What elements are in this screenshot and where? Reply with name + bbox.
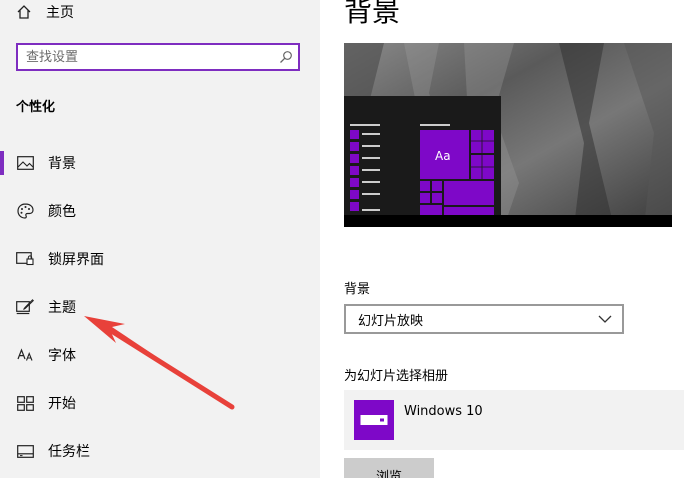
sidebar-item-label: 开始 — [48, 396, 76, 412]
preview-tile-text: Aa — [435, 149, 451, 163]
sidebar-item-colors[interactable]: 颜色 — [0, 193, 320, 229]
home-label: 主页 — [46, 5, 74, 21]
lock-screen-icon — [16, 250, 34, 268]
section-heading: 个性化 — [16, 100, 56, 115]
album-folder-icon — [360, 415, 388, 425]
search-icon[interactable] — [274, 50, 298, 64]
sidebar-item-themes[interactable]: 主题 — [0, 289, 320, 325]
sidebar-item-start[interactable]: 开始 — [0, 385, 320, 421]
sidebar-item-taskbar[interactable]: 任务栏 — [0, 433, 320, 469]
search-input[interactable] — [18, 46, 274, 68]
sidebar-item-lock-screen[interactable]: 锁屏界面 — [0, 241, 320, 277]
sidebar-item-fonts[interactable]: 字体 — [0, 337, 320, 373]
picture-icon — [16, 154, 34, 172]
sidebar-item-label: 主题 — [48, 300, 76, 316]
album-label: 为幻灯片选择相册 — [344, 369, 449, 384]
search-box[interactable] — [16, 43, 300, 71]
browse-button[interactable]: 浏览 — [344, 458, 434, 478]
font-icon — [16, 346, 34, 364]
sidebar: 主页 个性化 背景 — [0, 0, 320, 478]
sidebar-item-label: 字体 — [48, 348, 76, 364]
settings-window: 主页 个性化 背景 — [0, 0, 684, 478]
background-label: 背景 — [344, 282, 371, 297]
taskbar-icon — [16, 442, 34, 460]
sidebar-item-background[interactable]: 背景 — [0, 145, 320, 181]
album-thumbnail — [354, 400, 394, 440]
preview-image: Aa — [344, 43, 672, 227]
sidebar-item-label: 任务栏 — [48, 444, 90, 460]
dropdown-value: 幻灯片放映 — [358, 313, 424, 329]
desktop-preview: Aa — [344, 43, 672, 227]
sidebar-item-label: 颜色 — [48, 204, 76, 220]
chevron-down-icon — [598, 315, 612, 323]
palette-icon — [16, 202, 34, 220]
home-link[interactable]: 主页 — [16, 2, 74, 22]
sidebar-item-label: 锁屏界面 — [48, 252, 104, 268]
album-name: Windows 10 — [404, 403, 483, 419]
album-item[interactable]: Windows 10 — [344, 390, 684, 450]
home-icon — [17, 5, 31, 19]
page-title: 背景 — [344, 0, 401, 28]
background-type-dropdown[interactable]: 幻灯片放映 — [344, 304, 624, 334]
start-grid-icon — [16, 394, 34, 412]
main-content: 背景 Aa 背景 幻灯片放映 为幻灯片选择相册 Windows 10 浏览 — [320, 0, 684, 478]
theme-brush-icon — [16, 298, 34, 316]
sidebar-item-label: 背景 — [48, 156, 76, 172]
